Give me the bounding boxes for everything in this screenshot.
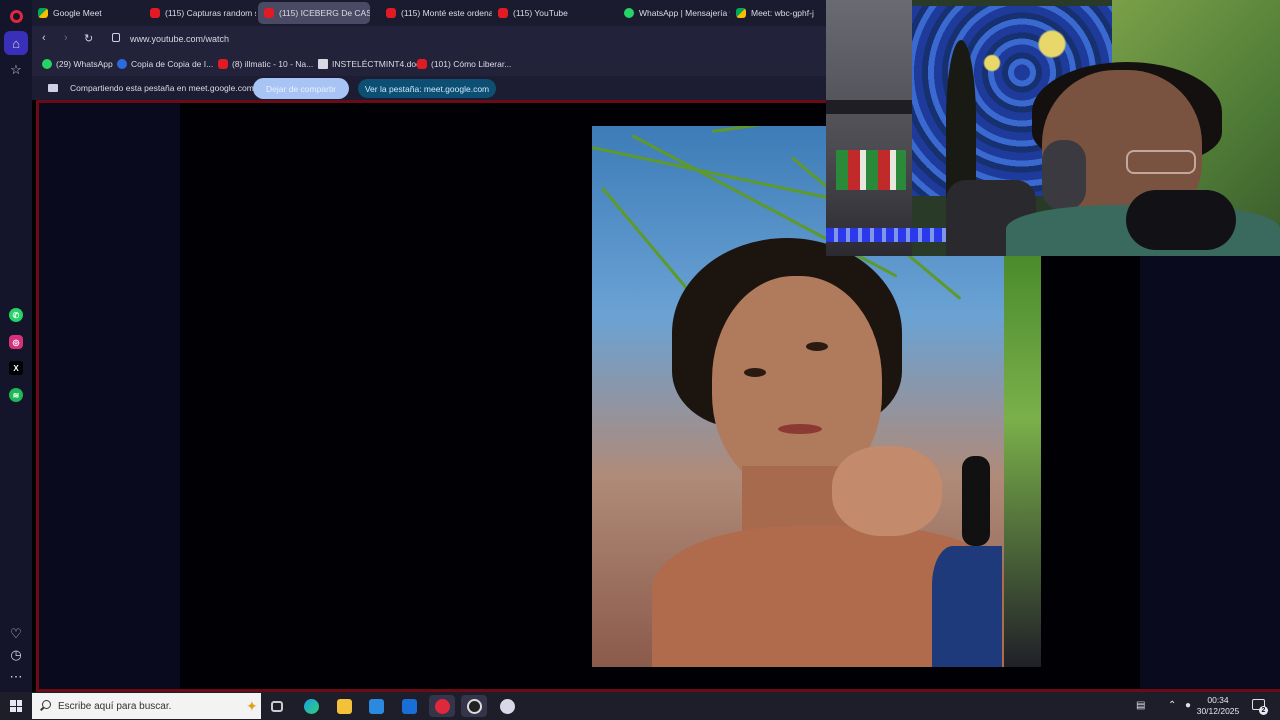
bookmark-copia[interactable]: Copia de Copia de I... xyxy=(117,59,213,69)
whatsapp-icon xyxy=(42,59,52,69)
store-icon[interactable] xyxy=(363,695,389,717)
bookmark-como-liberar[interactable]: (101) Cómo Liberar... xyxy=(417,59,511,69)
document-icon xyxy=(318,59,328,69)
windows-start-icon[interactable] xyxy=(10,700,22,712)
task-view-icon[interactable] xyxy=(264,695,290,717)
x-icon[interactable]: X xyxy=(4,356,28,380)
meet-icon xyxy=(38,8,48,18)
bookmark-label: (8) illmatic - 10 - Na... xyxy=(232,59,314,69)
tab-label: Google Meet xyxy=(53,8,102,18)
bookmarks-bar: (29) WhatsApp Copia de Copia de I... (8)… xyxy=(32,54,826,76)
webcam-overlay xyxy=(826,0,1280,256)
more-icon[interactable]: ⋯ xyxy=(4,665,28,689)
system-clock[interactable]: 00:34 30/12/2025 xyxy=(1196,695,1240,717)
bookmark-illmatic[interactable]: (8) illmatic - 10 - Na... xyxy=(218,59,313,69)
microphone-icon xyxy=(1126,190,1236,250)
youtube-icon xyxy=(218,59,228,69)
headphones-icon xyxy=(1042,140,1086,210)
tab-label: (115) Monté este ordenad xyxy=(401,8,492,18)
tab-label: (115) ICEBERG De CASOS xyxy=(279,8,370,18)
meet-icon xyxy=(736,8,746,18)
youtube-icon xyxy=(150,8,160,18)
keyboard-icon[interactable]: ▤ xyxy=(1136,700,1145,711)
obs-icon[interactable] xyxy=(461,695,487,717)
youtube-icon xyxy=(498,8,508,18)
tab-label: (115) Capturas random sin xyxy=(165,8,256,18)
bookmark-label: Copia de Copia de I... xyxy=(131,59,214,69)
microphone-tray-icon[interactable]: ● xyxy=(1185,700,1191,711)
home-icon[interactable]: ⌂ xyxy=(4,31,28,55)
bookmark-label: (101) Cómo Liberar... xyxy=(431,59,512,69)
url-field[interactable]: www.youtube.com/watch xyxy=(130,34,229,44)
tab-strip: Google Meet (115) Capturas random sin (1… xyxy=(32,0,826,26)
notification-badge: 2 xyxy=(1259,706,1268,715)
forward-icon[interactable]: › xyxy=(64,32,68,44)
address-bar: ‹ › ↻ www.youtube.com/watch xyxy=(32,26,826,54)
chevron-up-icon[interactable]: ⌃ xyxy=(1168,700,1176,711)
screen-share-icon xyxy=(48,84,58,92)
edge-icon[interactable] xyxy=(298,695,324,717)
bookmark-label: (29) WhatsApp xyxy=(56,59,113,69)
mail-icon[interactable] xyxy=(396,695,422,717)
bookmark-doc[interactable]: INSTELÉCTMINT4.doc xyxy=(318,59,420,69)
video-frame-edge xyxy=(1004,253,1041,667)
instagram-icon[interactable]: ◎ xyxy=(4,330,28,354)
bookmark-whatsapp[interactable]: (29) WhatsApp xyxy=(42,59,113,69)
clock-date: 30/12/2025 xyxy=(1196,706,1240,716)
reload-icon[interactable]: ↻ xyxy=(84,32,93,45)
tab-label: (115) YouTube xyxy=(513,8,568,18)
youtube-icon xyxy=(386,8,396,18)
tab-label: WhatsApp | Mensajería y xyxy=(639,8,730,18)
desktop-screen: ⌂ ☆ ✆ ◎ X ≋ ♡ ◷ ⋯ Google Meet (115) Capt… xyxy=(0,0,1280,720)
lock-icon[interactable] xyxy=(112,33,120,42)
file-explorer-icon[interactable] xyxy=(331,695,357,717)
bookmark-label: INSTELÉCTMINT4.doc xyxy=(332,59,421,69)
app-icon[interactable] xyxy=(494,695,520,717)
clock-time: 00:34 xyxy=(1207,695,1229,705)
tab-sharing-bar: Compartiendo esta pestaña en meet.google… xyxy=(32,76,826,100)
tab-meet-call[interactable]: Meet: wbc-gphf-j xyxy=(730,2,826,24)
whatsapp-icon xyxy=(624,8,634,18)
youtube-icon xyxy=(264,8,274,18)
copilot-sparkle-icon[interactable]: ✦ xyxy=(246,698,258,715)
view-tab-button[interactable]: Ver la pestaña: meet.google.com xyxy=(358,79,496,98)
history-icon[interactable]: ◷ xyxy=(4,643,28,667)
youtube-icon xyxy=(417,59,427,69)
tab-monte[interactable]: (115) Monté este ordenad xyxy=(380,2,492,24)
tab-google-meet[interactable]: Google Meet xyxy=(32,2,144,24)
whatsapp-icon[interactable]: ✆ xyxy=(4,303,28,327)
opera-logo-icon[interactable] xyxy=(4,4,28,28)
tab-label: Meet: wbc-gphf-j xyxy=(751,8,814,18)
tab-iceberg[interactable]: (115) ICEBERG De CASOS xyxy=(258,2,370,24)
content-left-margin xyxy=(39,103,180,689)
sharing-status-text: Compartiendo esta pestaña en meet.google… xyxy=(70,83,254,93)
copy-icon xyxy=(117,59,127,69)
windows-taskbar: Escribe aquí para buscar. ✦ ▤ ⌃ ● 00:34 … xyxy=(0,692,1280,720)
back-icon[interactable]: ‹ xyxy=(42,32,46,44)
star-icon[interactable]: ☆ xyxy=(4,58,28,82)
tab-capturas[interactable]: (115) Capturas random sin xyxy=(144,2,256,24)
opera-icon[interactable] xyxy=(429,695,455,717)
browser-sidebar: ⌂ ☆ ✆ ◎ X ≋ ♡ ◷ ⋯ xyxy=(0,0,32,692)
taskbar-search[interactable]: Escribe aquí para buscar. ✦ xyxy=(32,693,261,719)
spotify-icon[interactable]: ≋ xyxy=(4,383,28,407)
tab-whatsapp[interactable]: WhatsApp | Mensajería y xyxy=(618,2,730,24)
tab-youtube[interactable]: (115) YouTube xyxy=(492,2,604,24)
search-placeholder: Escribe aquí para buscar. xyxy=(58,701,172,712)
stop-sharing-button[interactable]: Dejar de compartir xyxy=(253,78,349,99)
search-icon xyxy=(42,700,51,709)
